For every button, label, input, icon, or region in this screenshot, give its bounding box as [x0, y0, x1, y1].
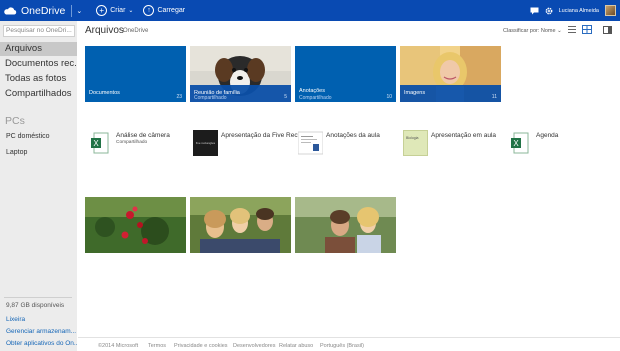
list-view-icon[interactable] — [567, 25, 577, 34]
footer: ©2014 Microsoft Termos Privacidade e coo… — [78, 337, 620, 351]
folder-name: Anotações — [299, 88, 325, 94]
folder-count: 10 — [386, 94, 392, 100]
onedrive-cloud-icon — [4, 7, 17, 15]
folder-count: 5 — [284, 94, 287, 100]
footer-copyright: ©2014 Microsoft — [98, 343, 139, 349]
recycle-bin-link[interactable]: Lixeira — [6, 316, 77, 323]
top-bar: OneDrive ⌄ + Criar ⌄ ↑ Carregar Luciana … — [0, 0, 620, 21]
file-agenda[interactable]: X Agenda — [505, 129, 611, 159]
chevron-down-icon[interactable]: ⌄ — [76, 7, 82, 15]
footer-language-link[interactable]: Português (Brasil) — [320, 343, 364, 349]
brand-divider — [71, 4, 73, 17]
upload-arrow-icon: ↑ — [143, 5, 155, 16]
folder-shared-label: Compartilhado — [194, 95, 227, 101]
avatar[interactable] — [605, 5, 616, 16]
sidebar-item-recent-docs[interactable]: Documentos rec... — [0, 57, 77, 71]
folder-name: Documentos — [89, 90, 120, 96]
get-apps-link[interactable]: Obter aplicativos do On... — [6, 340, 77, 347]
footer-terms-link[interactable]: Termos — [148, 343, 166, 349]
sort-dropdown[interactable]: Classificar por: Nome ⌄ — [503, 28, 562, 34]
photo-friends-1[interactable] — [190, 197, 291, 253]
sidebar-item-home-pc[interactable]: PC doméstico — [6, 133, 50, 140]
file-apresentacao-five-recta[interactable]: five rectangles Apresentação da Five Rec… — [190, 129, 303, 159]
sidebar-item-all-photos[interactable]: Todas as fotos — [0, 72, 77, 86]
svg-text:X: X — [513, 139, 519, 148]
file-name: Apresentação da Five Recta — [221, 132, 304, 139]
file-name: Apresentação em aula — [431, 132, 497, 139]
upload-button[interactable]: ↑ Carregar — [143, 5, 185, 16]
file-apresentacao-em-aula[interactable]: Biologia Apresentação em aula — [400, 129, 506, 159]
excel-icon: X — [91, 132, 109, 154]
folder-count: 11 — [491, 94, 497, 100]
page-title: Arquivos — [85, 25, 124, 36]
sort-label: Classificar por: Nome — [503, 28, 556, 34]
photo-flowers[interactable] — [85, 197, 186, 253]
chevron-down-icon: ⌄ — [128, 8, 134, 14]
storage-available: 9,87 GB disponíveis — [6, 302, 65, 309]
folder-count: 23 — [176, 94, 182, 100]
sidebar: Pesquisar no OneDri... Arquivos Document… — [0, 21, 77, 351]
file-analise-de-camera[interactable]: X Análise de câmera Compartilhado — [85, 129, 191, 159]
thumbnail-view-icon[interactable] — [582, 25, 592, 34]
presentation-thumbnail: five rectangles — [193, 130, 218, 156]
create-button[interactable]: + Criar ⌄ — [96, 5, 133, 16]
folder-shared-label: Compartilhado — [299, 95, 332, 101]
plus-icon: + — [96, 5, 108, 16]
thumbnail-text: five rectangles — [195, 141, 216, 145]
folder-tile-anotacoes[interactable]: Anotações Compartilhado 10 — [295, 46, 396, 102]
folder-tile-documentos[interactable]: Documentos 23 — [85, 46, 186, 102]
file-name: Análise de câmera — [116, 132, 170, 139]
top-right-area: Luciana Almeida — [530, 0, 616, 21]
file-shared-label: Compartilhado — [116, 140, 148, 145]
sidebar-divider — [4, 297, 72, 298]
file-name: Agenda — [536, 132, 559, 139]
sidebar-item-laptop[interactable]: Laptop — [6, 149, 27, 156]
presentation-thumbnail: Biologia — [403, 130, 428, 156]
footer-report-abuse-link[interactable]: Relatar abuso — [279, 343, 313, 349]
footer-privacy-link[interactable]: Privacidade e cookies — [174, 343, 228, 349]
svg-text:X: X — [93, 139, 99, 148]
user-name[interactable]: Luciana Almeida — [559, 8, 599, 14]
folder-name: Imagens — [404, 90, 426, 96]
app-name: OneDrive — [21, 4, 66, 17]
search-input[interactable]: Pesquisar no OneDri... — [3, 25, 75, 37]
onedrive-brand[interactable]: OneDrive ⌄ — [0, 0, 82, 21]
file-anotacoes-da-aula[interactable]: Anotações da aula — [295, 129, 401, 159]
photo-friends-2[interactable] — [295, 197, 396, 253]
details-pane-icon[interactable] — [602, 25, 612, 34]
pcs-heading: PCs — [5, 115, 25, 127]
excel-icon: X — [511, 132, 529, 154]
gear-icon[interactable] — [545, 7, 553, 15]
create-label: Criar — [110, 7, 126, 14]
chat-icon[interactable] — [530, 7, 539, 15]
folder-tile-imagens[interactable]: Imagens 11 — [400, 46, 501, 102]
footer-developers-link[interactable]: Desenvolvedores — [233, 343, 276, 349]
manage-storage-link[interactable]: Gerenciar armazenam... — [6, 328, 77, 335]
upload-label: Carregar — [157, 7, 186, 14]
sidebar-item-files[interactable]: Arquivos — [0, 42, 77, 56]
sidebar-item-shared[interactable]: Compartilhados — [0, 87, 77, 101]
file-name: Anotações da aula — [326, 132, 380, 139]
document-thumbnail — [298, 131, 323, 155]
folder-tile-family-meeting[interactable]: Reunião de família Compartilhado 5 — [190, 46, 291, 102]
thumbnail-text: Biologia — [406, 136, 419, 140]
breadcrumb[interactable]: OneDrive — [123, 28, 148, 34]
